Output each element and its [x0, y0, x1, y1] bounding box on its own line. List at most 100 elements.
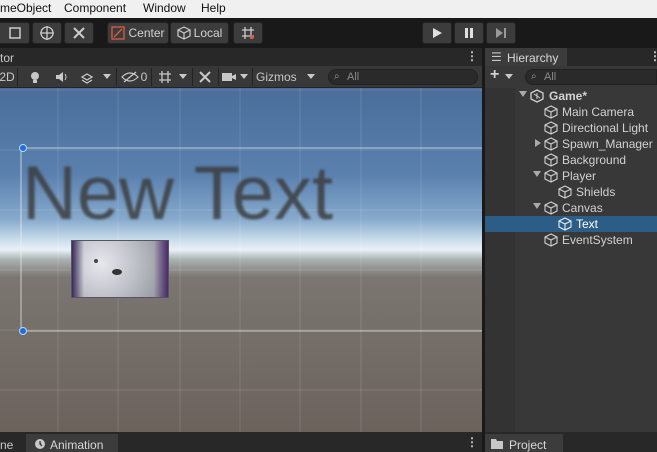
bottom-right-tab-bar: Project — [485, 432, 657, 452]
unity-scene-icon — [530, 89, 544, 103]
grid-dropdown-arrow[interactable] — [176, 68, 190, 86]
cube-icon — [177, 26, 191, 40]
scene-view[interactable]: New Text — [0, 88, 482, 432]
tree-item-directional-light[interactable]: Directional Light — [485, 120, 657, 136]
rect-handle-bottom-left[interactable] — [19, 327, 27, 335]
custom-tools-button[interactable] — [64, 22, 94, 44]
tab-animation-label: Animation — [50, 438, 104, 452]
tree-item-canvas[interactable]: Canvas — [485, 200, 657, 216]
wrench-icon — [199, 71, 211, 83]
step-button[interactable] — [486, 22, 516, 44]
tab-game-fragment[interactable]: ne — [0, 438, 13, 452]
more-options-icon[interactable]: ⋮ — [466, 49, 478, 63]
pause-button[interactable] — [454, 22, 484, 44]
tree-item-label: Text — [576, 217, 599, 231]
menu-help[interactable]: Help — [201, 1, 226, 15]
chevron-down-icon — [103, 74, 111, 79]
space-label: Local — [193, 26, 223, 40]
grid-icon — [159, 71, 171, 83]
hidden-objects-toggle[interactable]: 0 — [118, 68, 150, 86]
menu-window[interactable]: Window — [143, 1, 186, 15]
hierarchy-list-icon: ☰ — [491, 50, 502, 64]
divider — [192, 68, 193, 86]
gameobject-cube-icon — [558, 217, 572, 231]
audio-toggle[interactable] — [50, 68, 72, 86]
add-object-icon[interactable]: + — [490, 66, 499, 84]
gameobject-cube-icon — [544, 153, 558, 167]
rect-tool-button[interactable] — [0, 22, 30, 44]
tree-item-player[interactable]: Player — [485, 168, 657, 184]
gameobject-cube-icon — [544, 137, 558, 151]
scene-toolbar: 2D 0 Gizmos ⌕ All — [0, 66, 482, 88]
menu-gameobject[interactable]: meObject — [0, 1, 51, 15]
gameobject-cube-icon — [544, 105, 558, 119]
scene-tools-toggle[interactable] — [194, 68, 216, 86]
background-sprite-thumbnail[interactable] — [71, 240, 169, 298]
tree-item-shields[interactable]: Shields — [485, 184, 657, 200]
scene-search-input[interactable]: ⌕ All — [328, 69, 478, 85]
hierarchy-more-icon[interactable]: ⋮ — [649, 49, 657, 63]
tree-item-eventsystem[interactable]: EventSystem — [485, 232, 657, 248]
grid-visibility-toggle[interactable] — [154, 68, 176, 86]
tree-item-main-camera[interactable]: Main Camera — [485, 104, 657, 120]
chevron-down-icon — [240, 74, 248, 79]
tree-item-label: Game* — [549, 89, 588, 103]
grid-snap-button[interactable] — [233, 22, 263, 44]
search-icon: ⌕ — [334, 71, 340, 82]
bottom-tab-bar: ne Animation ⋮ — [0, 432, 482, 452]
effects-toggle[interactable] — [76, 68, 98, 86]
scene-search-placeholder: All — [347, 71, 360, 83]
expand-arrow-icon[interactable] — [533, 171, 541, 177]
hierarchy-tab[interactable]: ☰ Hierarchy — [485, 48, 567, 66]
scene-tab-bar: tor ⋮ — [0, 48, 482, 66]
menu-component[interactable]: Component — [64, 1, 126, 15]
gizmos-button[interactable]: Gizmos — [256, 68, 302, 86]
camera-dropdown-arrow[interactable] — [238, 68, 250, 86]
hidden-count: 0 — [140, 70, 148, 84]
canvas-text[interactable]: New Text — [22, 156, 333, 232]
gameobject-cube-icon — [544, 233, 558, 247]
effects-dropdown-arrow[interactable] — [100, 68, 114, 86]
grid-snap-icon — [242, 27, 254, 39]
pivot-center-toggle[interactable]: Center — [107, 22, 169, 44]
divider — [252, 68, 253, 86]
search-icon: ⌕ — [531, 71, 537, 82]
hierarchy-search-placeholder: All — [544, 71, 557, 83]
chevron-down-icon — [307, 74, 315, 79]
tab-animation[interactable]: Animation — [26, 434, 118, 452]
main-toolbar: Center Local — [0, 18, 657, 48]
chevron-down-icon[interactable] — [505, 74, 513, 80]
expand-arrow-icon[interactable] — [535, 139, 541, 147]
gameobject-cube-icon — [544, 201, 558, 215]
gizmos-dropdown-arrow[interactable] — [304, 68, 318, 86]
scene-tab-label[interactable]: tor — [0, 51, 14, 65]
tree-item-text-selected[interactable]: Text — [485, 216, 657, 232]
transform-tool-icon — [40, 26, 54, 40]
expand-arrow-icon[interactable] — [519, 91, 527, 97]
hierarchy-search-input[interactable]: ⌕ All — [525, 69, 657, 85]
speaker-icon — [56, 72, 67, 82]
rect-tool-icon — [8, 27, 21, 39]
wrench-icon — [73, 27, 85, 39]
tree-item-label: Background — [562, 153, 627, 167]
tab-project[interactable]: Project — [485, 434, 563, 452]
mode-2d-toggle[interactable]: 2D — [0, 68, 15, 86]
play-button[interactable] — [422, 22, 452, 44]
play-icon — [433, 28, 442, 38]
more-options-icon[interactable]: ⋮ — [466, 435, 478, 449]
tree-item-spawn-manager[interactable]: Spawn_Manager — [485, 136, 657, 152]
gizmos-label: Gizmos — [256, 70, 297, 84]
camera-settings-toggle[interactable] — [220, 68, 238, 86]
expand-arrow-icon[interactable] — [533, 203, 541, 209]
gameobject-cube-icon — [558, 185, 572, 199]
chevron-down-icon — [179, 74, 187, 79]
transform-tool-button[interactable] — [32, 22, 62, 44]
gameobject-cube-icon — [544, 121, 558, 135]
tree-item-background[interactable]: Background — [485, 152, 657, 168]
tree-item-label: Player — [562, 169, 597, 183]
lighting-toggle[interactable] — [24, 68, 46, 86]
light-bulb-icon — [31, 72, 39, 83]
hierarchy-tab-label: Hierarchy — [507, 51, 559, 65]
space-local-toggle[interactable]: Local — [170, 22, 229, 44]
tree-item-scene-game[interactable]: Game* — [485, 88, 657, 104]
